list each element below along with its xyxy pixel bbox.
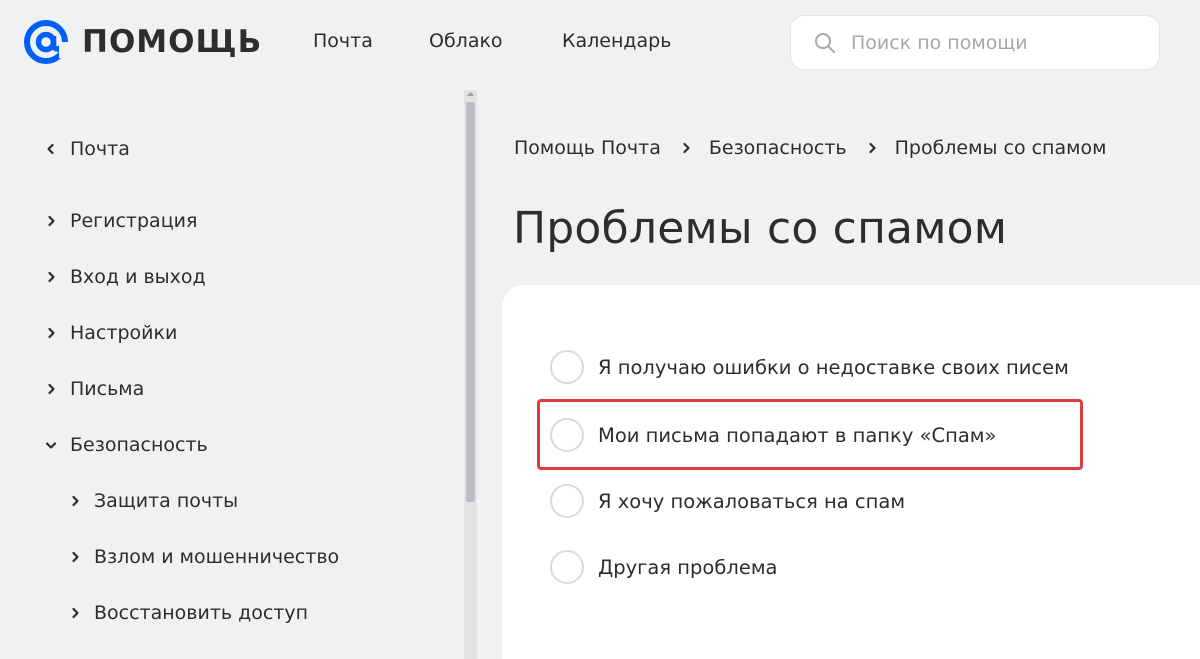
option-other-problem[interactable]: Другая проблема xyxy=(550,550,777,584)
chevron-right-icon xyxy=(72,607,79,619)
sidebar-subitem-label: Взлом и мошенничество xyxy=(94,546,340,568)
chevron-down-icon xyxy=(45,442,57,449)
chevron-left-icon xyxy=(47,143,54,155)
option-letters-in-spam[interactable]: Мои письма попадают в папку «Спам» xyxy=(550,418,996,452)
scroll-up-arrow-icon[interactable] xyxy=(466,90,475,98)
page-title: Проблемы со спамом xyxy=(513,203,1008,254)
search-input[interactable] xyxy=(851,31,1151,54)
sidebar-subitem-mail-protection[interactable]: Защита почты xyxy=(68,490,238,512)
nav-link-calendar[interactable]: Календарь xyxy=(562,30,671,52)
sidebar-item-letters[interactable]: Письма xyxy=(44,378,144,400)
sidebar-item-label: Настройки xyxy=(70,322,178,344)
nav-link-mail[interactable]: Почта xyxy=(313,30,373,52)
sidebar-item-registration[interactable]: Регистрация xyxy=(44,210,197,232)
scrollbar-thumb[interactable] xyxy=(466,102,475,502)
option-delivery-errors[interactable]: Я получаю ошибки о недоставке своих писе… xyxy=(550,350,1069,384)
sidebar-subitem-hacking-fraud[interactable]: Взлом и мошенничество xyxy=(68,546,339,568)
sidebar-item-label: Вход и выход xyxy=(70,266,206,288)
radio-button[interactable] xyxy=(550,550,584,584)
chevron-right-icon xyxy=(72,551,79,563)
header: ПОМОЩЬ Почта Облако Календарь xyxy=(0,0,1200,90)
chevron-right-icon xyxy=(683,142,690,154)
option-label: Другая проблема xyxy=(598,555,778,579)
chevron-right-icon xyxy=(48,215,55,227)
sidebar-item-security[interactable]: Безопасность xyxy=(44,434,208,456)
logo-text: ПОМОЩЬ xyxy=(82,24,263,60)
sidebar-item-label: Безопасность xyxy=(70,434,208,456)
chevron-right-icon xyxy=(48,383,55,395)
sidebar-back-label: Почта xyxy=(70,138,130,160)
search-icon xyxy=(815,32,835,53)
option-report-spam[interactable]: Я хочу пожаловаться на спам xyxy=(550,484,905,518)
radio-button[interactable] xyxy=(550,350,584,384)
chevron-right-icon xyxy=(868,142,876,154)
option-label: Я хочу пожаловаться на спам xyxy=(598,489,906,513)
radio-button[interactable] xyxy=(550,484,584,518)
sidebar-item-label: Регистрация xyxy=(70,210,198,232)
sidebar-subitem-label: Восстановить доступ xyxy=(94,602,309,624)
sidebar-back-mail[interactable]: Почта xyxy=(44,138,130,160)
search-box[interactable] xyxy=(790,15,1160,70)
chevron-right-icon xyxy=(72,495,79,507)
sidebar-scrollbar[interactable] xyxy=(464,90,477,659)
breadcrumb: Помощь Почта Безопасность Проблемы со сп… xyxy=(514,137,1106,159)
chevron-right-icon xyxy=(48,327,55,339)
chevron-right-icon xyxy=(48,271,55,283)
sidebar-item-label: Письма xyxy=(70,378,145,400)
breadcrumb-help-mail[interactable]: Помощь Почта xyxy=(514,137,661,159)
sidebar-subitem-label: Защита почты xyxy=(94,490,239,512)
breadcrumb-security[interactable]: Безопасность xyxy=(709,137,847,159)
sidebar-item-login-logout[interactable]: Вход и выход xyxy=(44,266,206,288)
option-label: Мои письма попадают в папку «Спам» xyxy=(598,423,997,447)
options-card xyxy=(502,285,1200,659)
radio-button[interactable] xyxy=(550,418,584,452)
nav-link-cloud[interactable]: Облако xyxy=(429,30,503,52)
sidebar-item-settings[interactable]: Настройки xyxy=(44,322,177,344)
option-label: Я получаю ошибки о недоставке своих писе… xyxy=(598,355,1069,379)
logo[interactable]: ПОМОЩЬ xyxy=(22,18,262,66)
breadcrumb-current: Проблемы со спамом xyxy=(894,137,1107,159)
at-sign-logo-icon xyxy=(24,20,70,64)
sidebar: Почта Регистрация Вход и выход Настройки… xyxy=(0,90,464,659)
sidebar-subitem-restore-access[interactable]: Восстановить доступ xyxy=(68,602,308,624)
